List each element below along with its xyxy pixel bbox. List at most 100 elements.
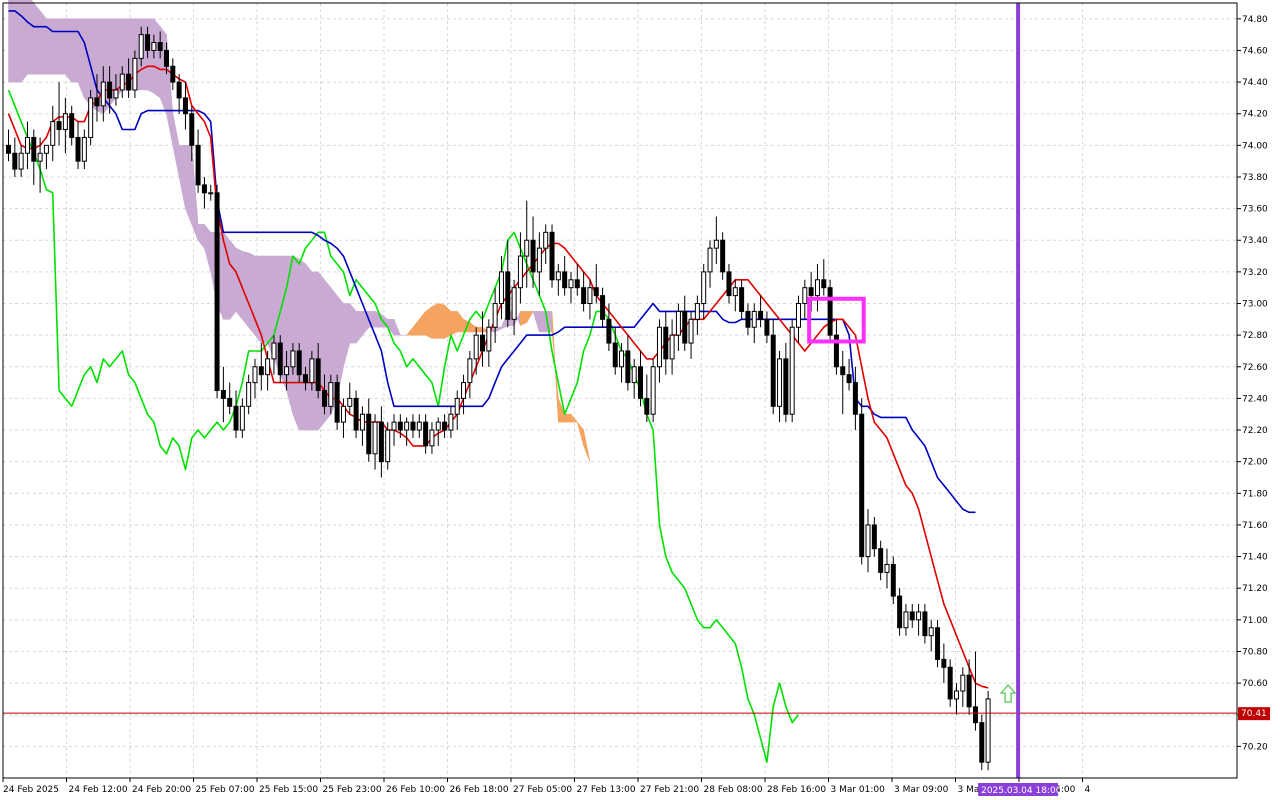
candle-body-bull <box>536 247 542 273</box>
candle-body-bear <box>315 358 321 391</box>
cloud-segment <box>444 304 452 339</box>
candle-body-bear <box>739 287 745 312</box>
candle-body-bull <box>694 303 700 320</box>
x-tick-label: 3 Mar 09:00 <box>894 785 949 795</box>
candle-body-bear <box>107 81 113 99</box>
cloud-segment <box>71 18 79 83</box>
candle-body-bull <box>777 358 783 407</box>
candle-body-bull <box>985 698 991 763</box>
candle-body-bear <box>625 350 631 384</box>
y-tick-label: 72.00 <box>1242 458 1268 468</box>
candle-body-bear <box>126 73 132 91</box>
candle-body-bull <box>385 429 391 463</box>
cloud-segment <box>147 18 155 94</box>
candle-body-bull <box>328 382 334 407</box>
candle-body-bear <box>758 310 764 320</box>
y-tick-label: 74.00 <box>1242 141 1268 151</box>
candle-body-bear <box>770 334 776 407</box>
candle-body-bull <box>960 674 966 692</box>
candle-body-bear <box>410 421 416 431</box>
y-tick-label: 71.00 <box>1242 616 1268 626</box>
candle <box>334 374 340 431</box>
candle-body-bull <box>151 42 157 51</box>
y-tick-label: 74.80 <box>1242 15 1268 25</box>
cloud-segment <box>437 303 445 339</box>
cursor-time-label: 2025.03.04 18:00 <box>981 786 1062 796</box>
candle-body-bear <box>966 674 972 708</box>
current-price-label: 70.41 <box>1241 709 1267 719</box>
candle-body-bull <box>543 231 549 249</box>
candle-body-bear <box>442 421 448 431</box>
cloud-segment <box>248 252 256 336</box>
candle-body-bull <box>789 326 795 415</box>
candle-body-bull <box>119 73 125 91</box>
candle-body-bear <box>157 42 163 51</box>
y-tick-label: 73.80 <box>1242 173 1268 183</box>
cloud-segment <box>153 17 161 99</box>
candle-body-bear <box>353 397 359 431</box>
cloud-segment <box>159 25 167 114</box>
candle-body-bear <box>378 421 384 463</box>
candle-body-bear <box>852 382 858 415</box>
candle-body-bull <box>290 350 296 368</box>
candle-body-bear <box>322 390 327 407</box>
x-tick-label: 3 Mar 01:00 <box>831 785 886 795</box>
candle-body-bear <box>808 287 814 297</box>
candle-body-bull <box>461 382 467 399</box>
candle-body-bull <box>631 366 637 384</box>
candle-body-bear <box>593 287 599 297</box>
candle-body-bull <box>486 326 492 352</box>
candle <box>549 224 555 288</box>
cloud-segment <box>27 0 35 75</box>
x-tick-label: 27 Feb 13:00 <box>577 785 636 795</box>
candle-body-bear <box>720 239 726 273</box>
candle-body-bull <box>88 97 94 138</box>
candle-body-bear <box>189 113 195 146</box>
candle-body-bear <box>423 421 429 447</box>
candle-body-bear <box>258 366 264 376</box>
candle <box>214 184 220 399</box>
cloud-segment <box>52 18 60 75</box>
candle-body-bull <box>865 524 871 558</box>
ichimoku-chart[interactable]: 74.80 74.60 74.40 74.20 74.00 73.80 73.60 73.40… <box>0 0 1280 800</box>
candle-body-bear <box>922 611 928 637</box>
candle-body-bull <box>524 239 530 257</box>
candle-body-bull <box>903 611 909 629</box>
candle-body-bull <box>404 421 410 431</box>
candle-body-bull <box>347 397 353 407</box>
candle-body-bear <box>277 342 283 376</box>
candle-body-bear <box>366 413 372 455</box>
cloud-segment <box>450 311 458 336</box>
candle-body-bear <box>612 342 618 368</box>
y-tick-label: 74.40 <box>1242 78 1268 88</box>
candle-body-bear <box>745 310 751 328</box>
candle-body-bull <box>43 144 49 154</box>
cloud-segment <box>305 263 313 431</box>
candle-body-bull <box>208 192 214 195</box>
candle-body-bull <box>37 152 43 162</box>
candle-body-bear <box>783 358 789 415</box>
x-tick-label: 28 Feb 08:00 <box>704 785 763 795</box>
y-tick-label: 70.80 <box>1242 647 1268 657</box>
cloud-segment <box>539 311 547 333</box>
candle-body-bear <box>397 421 403 431</box>
candle-body-bear <box>878 548 884 573</box>
candle-body-bear <box>600 295 606 320</box>
candle-body-bear <box>56 121 62 131</box>
cloud-segment <box>564 413 572 423</box>
candle-body-bear <box>947 666 953 700</box>
candle-body-bear <box>941 658 947 668</box>
cloud-segment <box>39 10 47 75</box>
cloud-segment <box>298 258 306 431</box>
candle-body-bear <box>214 192 220 391</box>
candle-body-bear <box>846 374 852 384</box>
candle-body-bull <box>707 247 713 273</box>
candle-body-bull <box>113 89 119 99</box>
candle-body-bear <box>638 366 643 399</box>
x-tick-label: 24 Feb 2025 <box>3 785 59 795</box>
x-tick-label: 28 Feb 16:00 <box>767 785 826 795</box>
candle-body-bull <box>359 413 365 431</box>
candle-body-bull <box>416 421 422 431</box>
candle-body-bear <box>682 310 688 344</box>
candle-body-bull <box>246 382 252 407</box>
